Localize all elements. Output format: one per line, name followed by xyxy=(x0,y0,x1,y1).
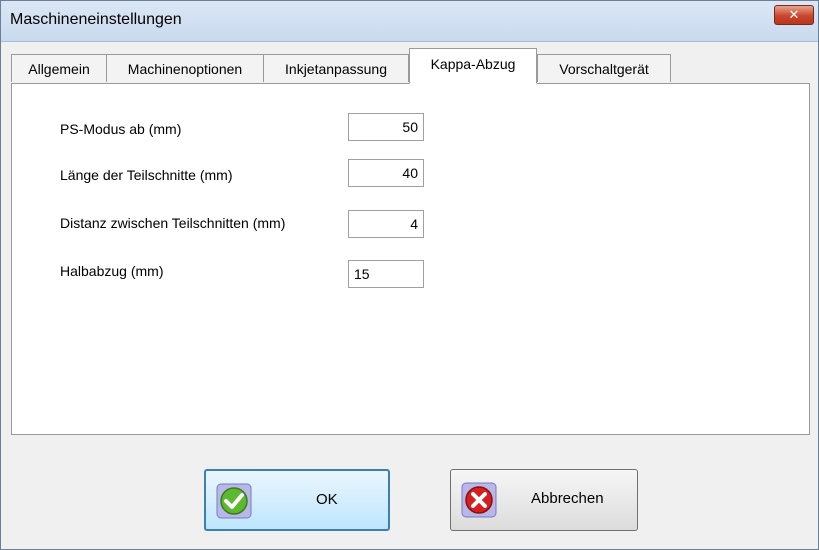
distanz-input[interactable] xyxy=(348,210,424,238)
laenge-label: Länge der Teilschnitte (mm) xyxy=(60,167,233,183)
ok-button[interactable]: OK xyxy=(204,469,390,531)
tab-machinenoptionen[interactable]: Machinenoptionen xyxy=(106,54,264,82)
checkmark-icon xyxy=(216,483,252,519)
cancel-button[interactable]: Abbrechen xyxy=(450,469,638,531)
tab-inkjetanpassung[interactable]: Inkjetanpassung xyxy=(263,54,409,82)
button-bar: OK Abbrechen xyxy=(1,437,818,549)
window-title: Maschineneinstellungen xyxy=(10,11,182,28)
laenge-input[interactable] xyxy=(348,159,424,187)
kappa-abzug-panel: PS-Modus ab (mm) Länge der Teilschnitte … xyxy=(11,83,810,435)
close-icon: ✕ xyxy=(788,7,800,22)
title-bar: Maschineneinstellungen ✕ xyxy=(1,1,818,42)
halbabzug-input[interactable] xyxy=(348,260,424,288)
ps-modus-input[interactable] xyxy=(348,113,424,141)
distanz-label: Distanz zwischen Teilschnitten (mm) xyxy=(60,215,286,231)
ps-modus-label: PS-Modus ab (mm) xyxy=(60,121,182,137)
settings-dialog: Maschineneinstellungen ✕ Allgemein Machi… xyxy=(0,0,819,550)
cancel-x-icon xyxy=(461,482,497,518)
tab-kappa-abzug[interactable]: Kappa-Abzug xyxy=(409,48,537,84)
close-button[interactable]: ✕ xyxy=(774,5,814,25)
ok-button-label: OK xyxy=(316,491,338,508)
tab-allgemein[interactable]: Allgemein xyxy=(11,54,107,82)
cancel-button-label: Abbrechen xyxy=(531,490,604,507)
halbabzug-label: Halbabzug (mm) xyxy=(60,263,164,279)
tab-vorschaltgeraet[interactable]: Vorschaltgerät xyxy=(537,54,671,82)
